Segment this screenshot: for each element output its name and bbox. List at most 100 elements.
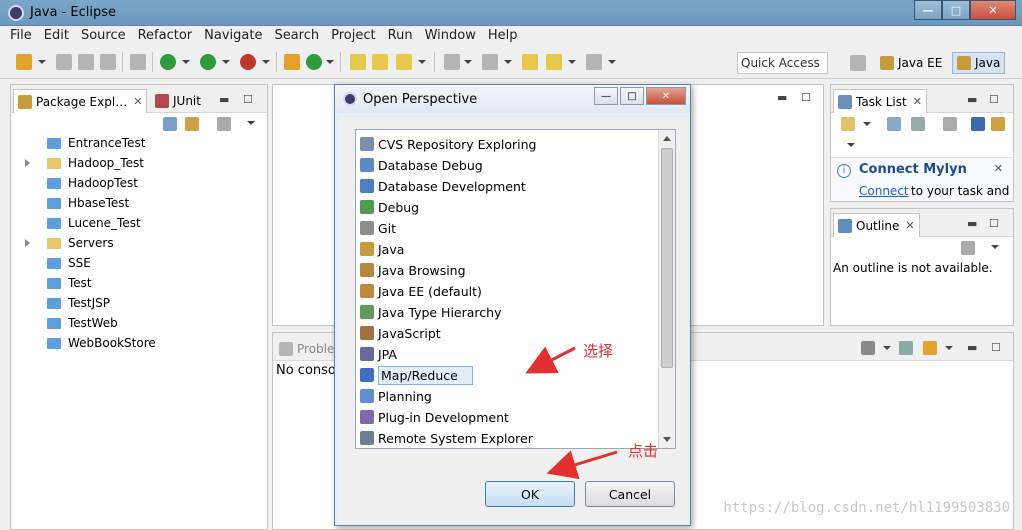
view-menu-icon[interactable] xyxy=(847,143,855,147)
menu-source[interactable]: Source xyxy=(81,26,126,46)
toggle-breakpoint-icon[interactable] xyxy=(130,54,146,70)
list-item[interactable]: CVS Repository Exploring xyxy=(360,134,660,154)
expand-arrow-icon[interactable] xyxy=(25,239,30,247)
expand-arrow-icon[interactable] xyxy=(25,159,30,167)
open-console-dropdown-icon[interactable] xyxy=(945,346,953,350)
tab-outline[interactable]: Outline ✕ xyxy=(833,213,920,237)
scroll-down-icon[interactable] xyxy=(663,437,671,442)
tree-item[interactable]: WebBookStore xyxy=(11,333,267,353)
scroll-thumb[interactable] xyxy=(661,148,673,368)
menu-help[interactable]: Help xyxy=(488,26,518,46)
list-item[interactable]: Debug xyxy=(360,197,660,217)
external-tools-icon[interactable] xyxy=(240,54,256,70)
dialog-minimize-button[interactable]: — xyxy=(594,87,618,105)
menu-project[interactable]: Project xyxy=(331,26,375,46)
list-item[interactable]: Java EE (default) xyxy=(360,281,660,301)
close-icon[interactable]: ✕ xyxy=(994,162,1003,175)
hide-completed-icon[interactable] xyxy=(971,117,985,131)
next-annotation-dropdown-icon[interactable] xyxy=(464,60,472,64)
run-dropdown-icon[interactable] xyxy=(222,60,230,64)
open-perspective-icon[interactable] xyxy=(850,55,866,71)
link-with-editor-icon[interactable] xyxy=(185,117,199,131)
list-item[interactable]: JPA xyxy=(360,344,660,364)
perspective-java[interactable]: Java xyxy=(952,52,1006,74)
view-menu-icon[interactable] xyxy=(991,245,999,249)
menu-file[interactable]: File xyxy=(10,26,32,46)
list-item[interactable]: Plug-in Development xyxy=(360,407,660,427)
open-console-icon[interactable] xyxy=(923,341,937,355)
perspective-java-ee[interactable]: Java EE xyxy=(876,52,946,74)
minimize-view-icon[interactable]: ▬ xyxy=(967,341,977,354)
debug-dropdown-icon[interactable] xyxy=(182,60,190,64)
previous-annotation-icon[interactable] xyxy=(482,54,498,70)
connect-link[interactable]: Connect xyxy=(859,184,909,198)
list-item[interactable]: Planning xyxy=(360,386,660,406)
menu-search[interactable]: Search xyxy=(274,26,319,46)
categorized-icon[interactable] xyxy=(887,117,901,131)
next-annotation-icon[interactable] xyxy=(444,54,460,70)
menu-navigate[interactable]: Navigate xyxy=(204,26,262,46)
focus-active-task-icon[interactable] xyxy=(217,117,231,131)
minimize-button[interactable]: — xyxy=(914,0,942,20)
close-icon[interactable]: ✕ xyxy=(913,95,922,108)
list-scrollbar[interactable] xyxy=(658,130,675,448)
dialog-maximize-button[interactable]: □ xyxy=(620,87,644,105)
list-item[interactable]: JavaScript xyxy=(360,323,660,343)
list-item[interactable]: Java Type Hierarchy xyxy=(360,302,660,322)
list-item[interactable]: Remote System Explorer xyxy=(360,428,660,448)
maximize-view-icon[interactable]: ☐ xyxy=(989,93,999,106)
forward-arrow-icon[interactable] xyxy=(586,54,602,70)
tree-item[interactable]: HadoopTest xyxy=(11,173,267,193)
maximize-editor-icon[interactable]: ☐ xyxy=(801,91,811,104)
tree-item[interactable]: TestWeb xyxy=(11,313,267,333)
menu-refactor[interactable]: Refactor xyxy=(138,26,193,46)
maximize-view-icon[interactable]: ☐ xyxy=(991,341,1001,354)
tab-package-explorer[interactable]: Package Expl… ✕ xyxy=(13,89,148,113)
maximize-button[interactable]: □ xyxy=(942,0,970,20)
maximize-view-icon[interactable]: ☐ xyxy=(243,93,253,106)
new-dropdown-icon[interactable] xyxy=(38,60,46,64)
debug-icon[interactable] xyxy=(160,54,176,70)
list-item[interactable]: Database Debug xyxy=(360,155,660,175)
pin-console-icon[interactable] xyxy=(899,341,913,355)
quick-access-input[interactable]: Quick Access xyxy=(737,52,828,74)
close-icon[interactable]: ✕ xyxy=(905,219,914,232)
ok-button[interactable]: OK xyxy=(485,481,575,507)
list-item[interactable]: Git xyxy=(360,218,660,238)
scroll-up-icon[interactable] xyxy=(663,136,671,141)
minimize-view-icon[interactable]: ▬ xyxy=(967,93,977,106)
tab-task-list[interactable]: Task List ✕ xyxy=(833,89,927,113)
list-item[interactable]: Map/Reduce xyxy=(360,365,660,385)
previous-annotation-dropdown-icon[interactable] xyxy=(504,60,512,64)
run-icon[interactable] xyxy=(200,54,216,70)
close-button[interactable]: ✕ xyxy=(970,0,1016,20)
tree-item[interactable]: HbaseTest xyxy=(11,193,267,213)
new-icon[interactable] xyxy=(16,54,32,70)
search-icon[interactable] xyxy=(396,54,412,70)
list-item[interactable]: Database Development xyxy=(360,176,660,196)
minimize-view-icon[interactable]: ▬ xyxy=(967,217,977,230)
menu-window[interactable]: Window xyxy=(425,26,476,46)
tree-item[interactable]: SSE xyxy=(11,253,267,273)
tree-item[interactable]: TestJSP xyxy=(11,293,267,313)
minimize-view-icon[interactable]: ▬ xyxy=(219,93,229,106)
print-icon[interactable] xyxy=(100,54,116,70)
display-console-icon[interactable] xyxy=(861,341,875,355)
open-task-icon[interactable] xyxy=(372,54,388,70)
tree-item[interactable]: EntranceTest xyxy=(11,133,267,153)
list-item[interactable]: Java xyxy=(360,239,660,259)
new-java-class-icon[interactable] xyxy=(306,54,322,70)
last-edit-location-icon[interactable] xyxy=(522,54,538,70)
open-type-icon[interactable] xyxy=(350,54,366,70)
external-tools-dropdown-icon[interactable] xyxy=(262,60,270,64)
save-all-icon[interactable] xyxy=(78,54,94,70)
maximize-view-icon[interactable]: ☐ xyxy=(989,217,999,230)
cancel-button[interactable]: Cancel xyxy=(585,481,675,507)
sync-icon[interactable] xyxy=(991,117,1005,131)
tree-item[interactable]: Lucene_Test xyxy=(11,213,267,233)
view-menu-icon[interactable] xyxy=(247,121,255,125)
new-class-dropdown-icon[interactable] xyxy=(326,60,334,64)
minimize-editor-icon[interactable]: ▬ xyxy=(777,91,787,104)
focus-icon[interactable] xyxy=(961,241,975,255)
menu-run[interactable]: Run xyxy=(388,26,413,46)
